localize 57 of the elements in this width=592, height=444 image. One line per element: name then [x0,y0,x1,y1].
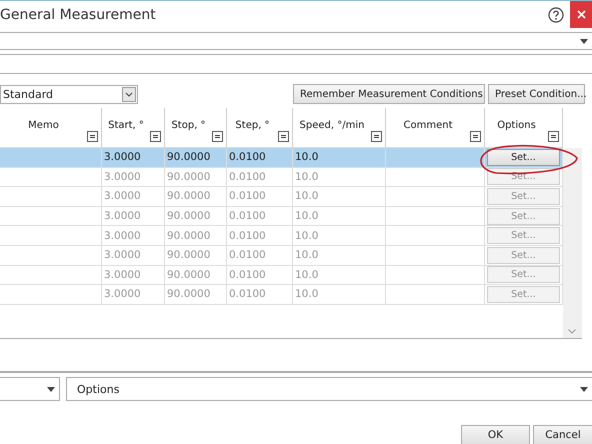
table-cell: 0.0100 [227,148,293,168]
table-cell: 10.0 [293,226,386,246]
options-select[interactable]: Options [66,377,592,401]
table-cell: 90.0000 [165,246,227,266]
close-button[interactable] [570,1,592,28]
filter-icon[interactable] [548,131,559,142]
set-button[interactable]: Set... [487,148,560,166]
dropdown-arrow-icon[interactable] [580,386,588,392]
scrollbar[interactable] [563,148,582,338]
table-cell: 3.0000 [102,285,165,305]
toolbar-button[interactable]: Preset Condition... [488,84,585,104]
filter-icon[interactable] [470,131,481,142]
dropdown-field[interactable] [0,32,592,50]
table-cell: 3.0000 [102,266,165,286]
table-cell: 0.0100 [227,226,293,246]
filter-icon[interactable] [150,131,161,142]
filter-icon[interactable] [371,131,382,142]
dropdown-arrow-icon[interactable] [580,38,588,44]
table-cell: 0.0100 [227,266,293,286]
window-title: General Measurement [0,6,157,22]
filter-icon[interactable] [278,131,289,142]
table-cell: 10.0 [293,187,386,207]
table-cell: 3.0000 [102,206,165,226]
dropdown-field[interactable] [0,377,60,401]
table-cell: 10.0 [293,148,386,168]
close-icon [576,10,586,19]
table-cell: 3.0000 [102,226,165,246]
table-cell: 10.0 [293,285,386,305]
table-cell: 3.0000 [102,148,165,168]
table-cell: 90.0000 [165,148,227,168]
dropdown-arrow-icon[interactable] [47,386,55,392]
table-cell: 0.0100 [227,246,293,266]
filter-icon[interactable] [87,131,98,142]
table-cell: 0.0100 [227,168,293,188]
table-cell: 3.0000 [102,246,165,266]
table-cell: 90.0000 [165,206,227,226]
table-cell: 3.0000 [102,187,165,207]
table-cell: 90.0000 [165,168,227,188]
filter-icon[interactable] [212,131,223,142]
table-cell: 0.0100 [227,206,293,226]
help-icon[interactable] [548,6,564,22]
toolbar-button[interactable]: Remember Measurement Conditions [293,84,485,104]
table-cell: 90.0000 [165,226,227,246]
table-cell: 10.0 [293,206,386,226]
table-cell: 10.0 [293,168,386,188]
table-cell: 0.0100 [227,285,293,305]
table-cell: 90.0000 [165,266,227,286]
table-cell: 10.0 [293,246,386,266]
table-cell: 90.0000 [165,285,227,305]
condition-select[interactable]: Standard [0,84,138,104]
dialog-button[interactable]: OK [461,425,530,444]
table-cell: 10.0 [293,266,386,286]
dialog-button[interactable]: Cancel [533,425,592,444]
table-cell: 90.0000 [165,187,227,207]
table-cell: 3.0000 [102,168,165,188]
dropdown-button[interactable] [122,86,136,102]
table-cell: 0.0100 [227,187,293,207]
